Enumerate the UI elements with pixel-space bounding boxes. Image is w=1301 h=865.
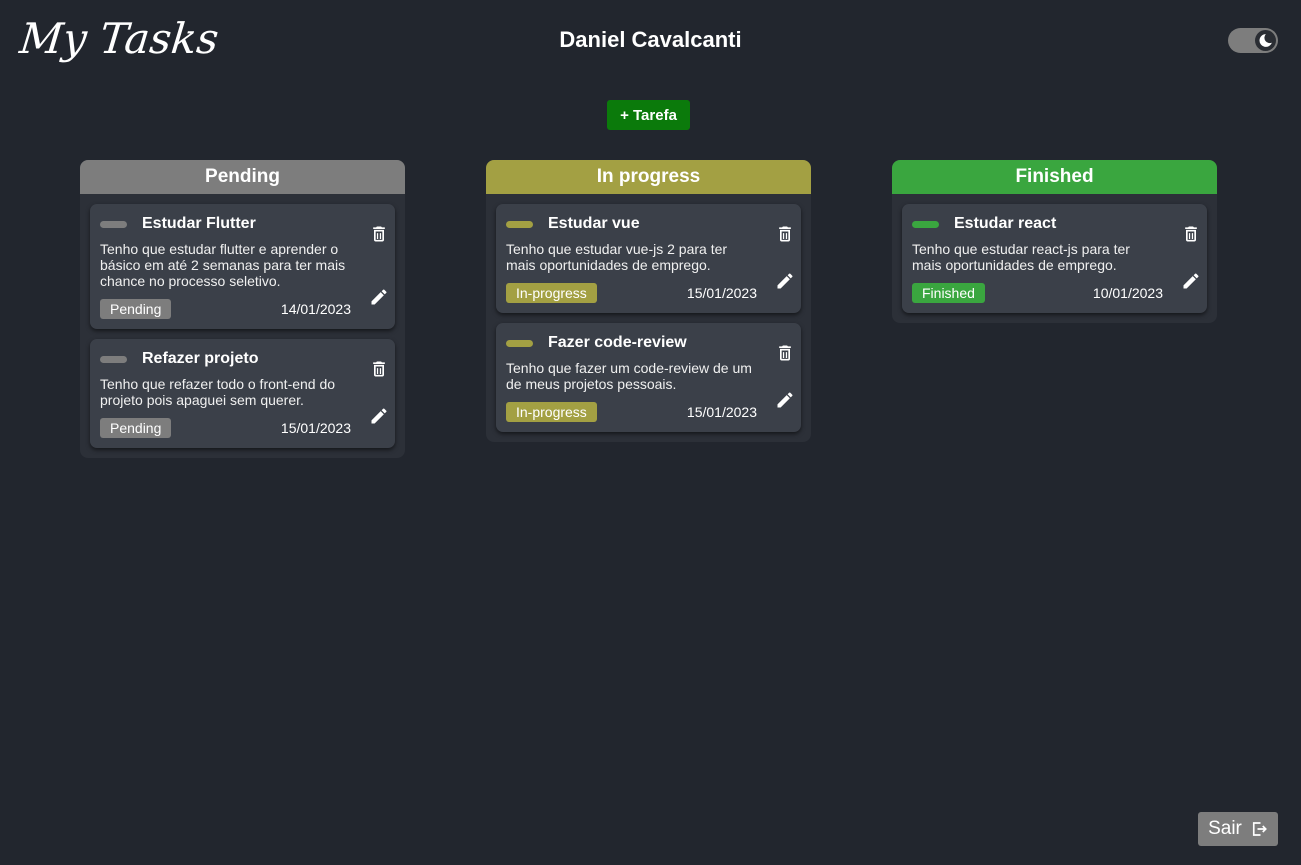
- theme-toggle[interactable]: [1228, 28, 1278, 53]
- task-date: 15/01/2023: [686, 285, 757, 301]
- status-indicator: [100, 355, 127, 363]
- edit-task-button[interactable]: [773, 388, 797, 412]
- delete-task-button[interactable]: [367, 222, 391, 246]
- task-date: 14/01/2023: [280, 301, 351, 317]
- status-badge: Pending: [100, 299, 172, 319]
- status-badge: Finished: [912, 283, 985, 303]
- logout-button[interactable]: Sair: [1198, 812, 1278, 846]
- pencil-icon: [1183, 273, 1199, 289]
- column-header: Pending: [80, 160, 405, 194]
- page: My Tasks Daniel Cavalcanti + Tarefa Pend…: [0, 0, 1301, 865]
- pencil-icon: [777, 273, 793, 289]
- trash-icon: [1185, 226, 1197, 242]
- task-card: Refazer projeto Tenho que refazer todo o…: [90, 339, 395, 448]
- delete-task-button[interactable]: [773, 222, 797, 246]
- task-description: Tenho que estudar vue-js 2 para ter mais…: [506, 241, 728, 273]
- task-description: Tenho que estudar flutter e aprender o b…: [100, 241, 346, 289]
- status-indicator: [506, 339, 533, 347]
- task-card: Fazer code-review Tenho que fazer um cod…: [496, 323, 801, 432]
- column-header: Finished: [892, 160, 1217, 194]
- status-indicator: [100, 220, 127, 228]
- task-description: Tenho que estudar react-js para ter mais…: [912, 241, 1130, 273]
- task-date: 15/01/2023: [686, 404, 757, 420]
- task-card: Estudar vue Tenho que estudar vue-js 2 p…: [496, 204, 801, 313]
- status-indicator: [506, 220, 533, 228]
- edit-task-button[interactable]: [367, 404, 391, 428]
- column-header: In progress: [486, 160, 811, 194]
- task-description: Tenho que fazer um code-review de um de …: [506, 360, 752, 392]
- pencil-icon: [371, 408, 387, 424]
- pencil-icon: [777, 392, 793, 408]
- logout-icon: [1252, 822, 1267, 836]
- edit-task-button[interactable]: [773, 269, 797, 293]
- user-name: Daniel Cavalcanti: [559, 27, 742, 52]
- task-card: Estudar Flutter Tenho que estudar flutte…: [90, 204, 395, 329]
- status-badge: Pending: [100, 418, 172, 438]
- task-title: Fazer code-review: [548, 334, 687, 351]
- task-title: Estudar vue: [548, 215, 640, 232]
- column-finished: Finished Estudar react Tenho que estudar…: [892, 160, 1217, 323]
- task-date: 10/01/2023: [1092, 285, 1163, 301]
- task-title: Estudar react: [954, 215, 1057, 232]
- status-badge: In-progress: [506, 402, 597, 422]
- theme-toggle-knob: [1255, 30, 1276, 51]
- moon-icon: [1259, 34, 1272, 47]
- delete-task-button[interactable]: [773, 341, 797, 365]
- task-date: 15/01/2023: [280, 420, 351, 436]
- delete-task-button[interactable]: [367, 357, 391, 381]
- column-pending: Pending Estudar Flutter Tenho que estuda…: [80, 160, 405, 458]
- trash-icon: [373, 361, 385, 377]
- add-task-button[interactable]: + Tarefa: [607, 100, 690, 130]
- task-description: Tenho que refazer todo o front-end do pr…: [100, 376, 336, 408]
- task-title: Refazer projeto: [142, 350, 259, 367]
- column-in-progress: In progress Estudar vue Tenho que estuda…: [486, 160, 811, 442]
- delete-task-button[interactable]: [1179, 222, 1203, 246]
- task-title: Estudar Flutter: [142, 215, 256, 232]
- logout-label: Sair: [1208, 818, 1242, 839]
- trash-icon: [373, 226, 385, 242]
- trash-icon: [779, 226, 791, 242]
- pencil-icon: [371, 289, 387, 305]
- task-card: Estudar react Tenho que estudar react-js…: [902, 204, 1207, 313]
- edit-task-button[interactable]: [367, 285, 391, 309]
- edit-task-button[interactable]: [1179, 269, 1203, 293]
- status-badge: In-progress: [506, 283, 597, 303]
- status-indicator: [912, 220, 939, 228]
- trash-icon: [779, 345, 791, 361]
